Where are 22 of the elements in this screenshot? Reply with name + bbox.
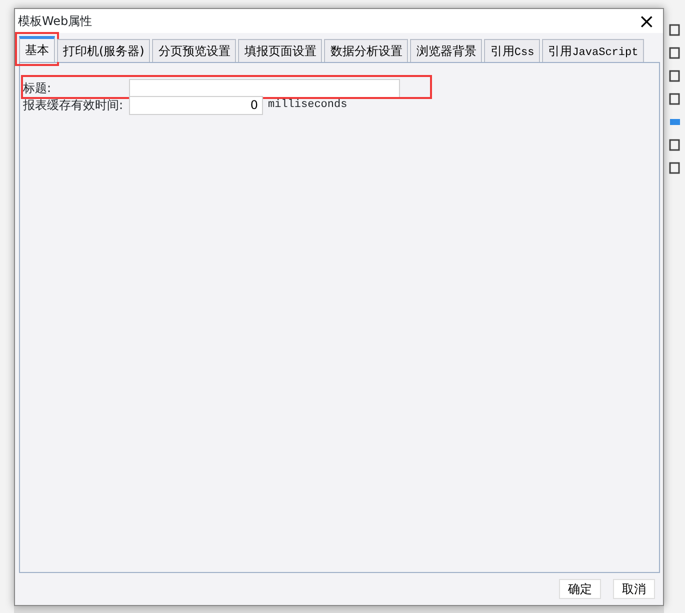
- tab[interactable]: 数据分析设置: [324, 39, 408, 62]
- window-title: 模板Web属性: [18, 13, 92, 30]
- tab[interactable]: 打印机(服务器): [57, 39, 150, 62]
- ok-button[interactable]: 确定: [559, 579, 601, 599]
- close-button[interactable]: ×: [634, 11, 659, 31]
- tab[interactable]: 浏览器背景: [410, 39, 482, 62]
- field-label: 报表缓存有效时间:: [23, 97, 124, 114]
- toolbar-icon[interactable]: [669, 24, 680, 36]
- toolbar-icon[interactable]: [669, 70, 680, 82]
- tab[interactable]: 引用Css: [484, 39, 540, 62]
- cancel-button[interactable]: 取消: [613, 579, 655, 599]
- input-field[interactable]: [129, 78, 400, 98]
- toolbar-icon[interactable]: [669, 162, 680, 174]
- toolbar-icon[interactable]: [669, 139, 680, 151]
- tab[interactable]: 引用JavaScript: [542, 39, 644, 62]
- tab[interactable]: 填报页面设置: [238, 39, 322, 62]
- toolbar-icon[interactable]: [669, 47, 680, 59]
- field-label: 标题:: [23, 80, 52, 97]
- toolbar-icon[interactable]: [669, 93, 680, 105]
- unit-label: milliseconds: [268, 98, 348, 113]
- tab[interactable]: 分页预览设置: [152, 39, 236, 62]
- input-field[interactable]: 0: [129, 96, 263, 114]
